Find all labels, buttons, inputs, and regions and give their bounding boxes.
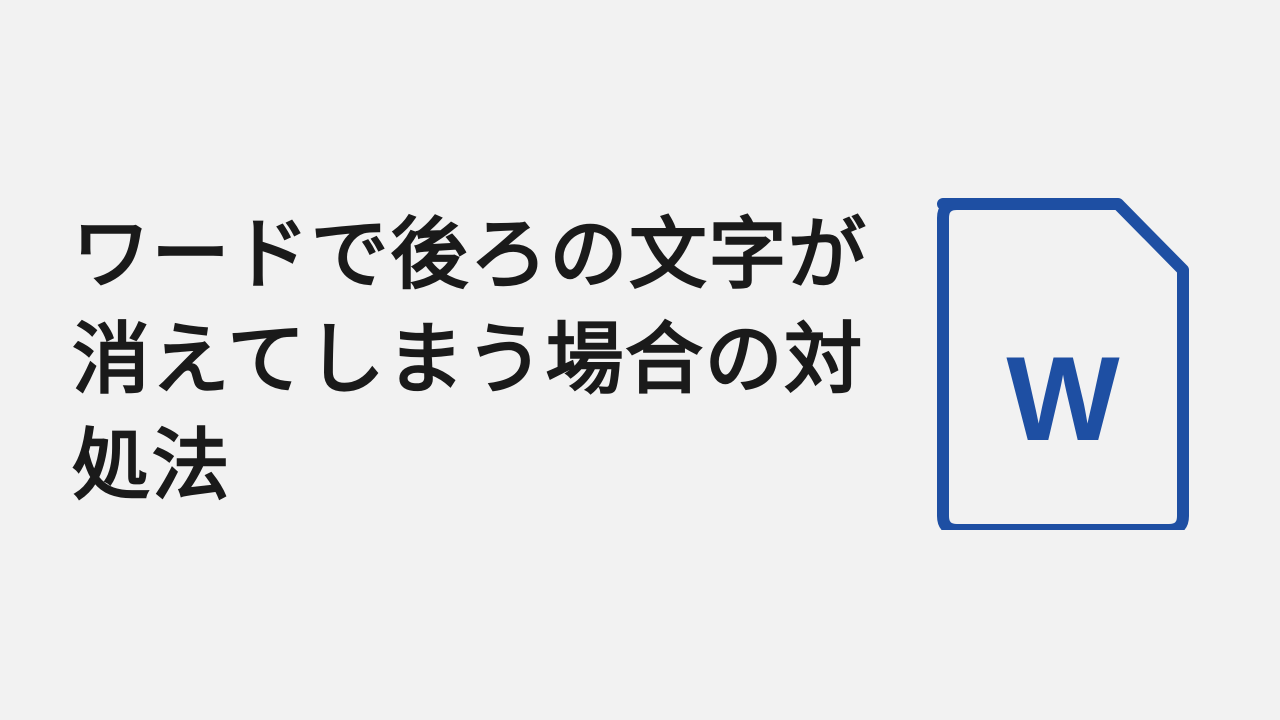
content-container: ワードで後ろの文字が消えてしまう場合の対処法 W xyxy=(22,190,1258,530)
page-title: ワードで後ろの文字が消えてしまう場合の対処法 xyxy=(72,202,882,518)
word-document-icon: W xyxy=(918,190,1208,530)
word-letter: W xyxy=(1006,332,1120,466)
